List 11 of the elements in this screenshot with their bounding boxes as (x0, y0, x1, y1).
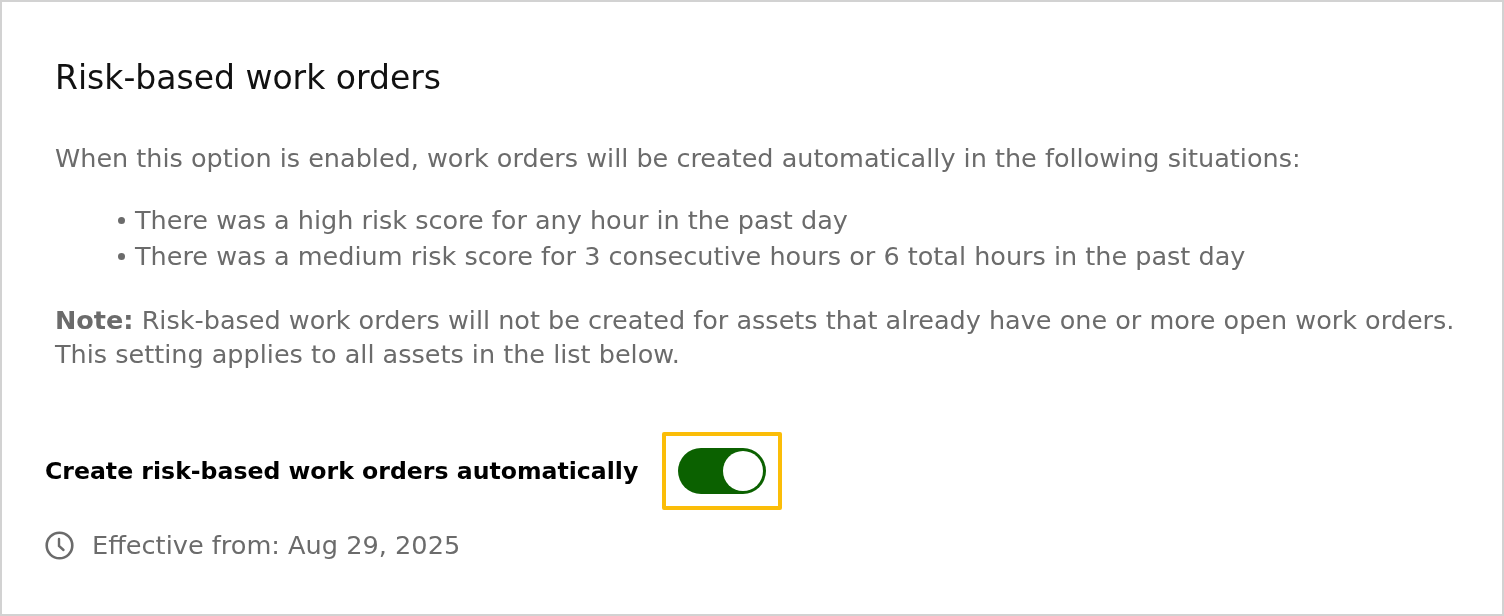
setting-label: Create risk-based work orders automatically (45, 457, 639, 485)
bullet-icon (118, 216, 125, 224)
section-title: Risk-based work orders (55, 57, 441, 99)
note-text: Note: Risk-based work orders will not be created for assets that already have one or more open work orders. This setting applies to all assets in the list below. (55, 304, 1456, 371)
effective-date-text: Effective from: Aug 29, 2025 (92, 530, 461, 560)
bullet-icon (118, 252, 125, 260)
intro-text: When this option is enabled, work orders will be created automatically in the following situations: (55, 142, 1301, 175)
condition-text: There was a medium risk score for 3 consecutive hours or 6 total hours in the past day (135, 240, 1246, 273)
condition-text: There was a high risk score for any hour in the past day (135, 204, 848, 237)
toggle-switch[interactable] (678, 448, 767, 494)
clock-icon (45, 530, 74, 560)
